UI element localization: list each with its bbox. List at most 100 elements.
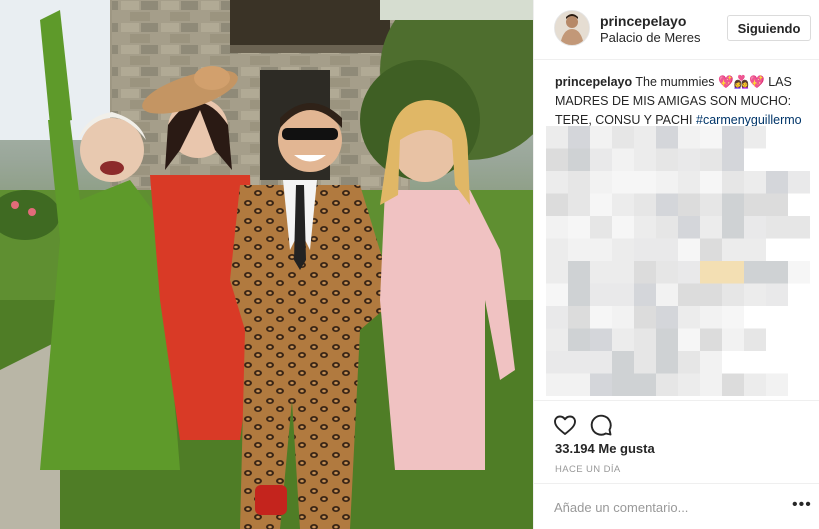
pixel-block xyxy=(722,171,744,194)
pixel-block xyxy=(634,126,656,149)
pixel-block xyxy=(656,328,678,351)
pixel-block xyxy=(766,193,788,216)
pixel-block xyxy=(590,351,612,374)
pixel-block xyxy=(744,283,766,306)
redacted-comments-area xyxy=(546,126,814,400)
pixel-block xyxy=(590,171,612,194)
pixel-block xyxy=(612,126,634,149)
likes-count[interactable]: 33.194 Me gusta xyxy=(555,441,655,456)
pixel-block xyxy=(612,328,634,351)
pixel-block xyxy=(656,171,678,194)
pixel-block xyxy=(678,216,700,239)
pixel-block xyxy=(744,171,766,194)
pixel-block xyxy=(722,148,744,171)
pixel-block xyxy=(546,148,568,171)
pixel-block xyxy=(612,283,634,306)
more-options-icon[interactable]: ••• xyxy=(792,496,812,514)
pixel-block xyxy=(568,261,590,284)
post-date[interactable]: HACE UN DÍA xyxy=(555,464,621,475)
pixel-block xyxy=(700,351,722,374)
photo-illustration xyxy=(0,0,533,529)
action-bar xyxy=(534,400,819,436)
caption-hashtag-link[interactable]: #carmenyguillermo xyxy=(696,113,802,127)
pixel-block xyxy=(700,148,722,171)
pixel-block xyxy=(700,328,722,351)
pixel-block xyxy=(612,216,634,239)
post-header: princepelayo Palacio de Meres Siguiendo xyxy=(534,0,819,60)
pixel-block xyxy=(546,126,568,149)
post-side-panel: princepelayo Palacio de Meres Siguiendo … xyxy=(533,0,819,529)
pixel-block xyxy=(590,283,612,306)
pixel-block xyxy=(656,193,678,216)
pixel-block xyxy=(612,306,634,329)
pixel-block xyxy=(788,171,810,194)
heart-icon[interactable] xyxy=(553,413,577,437)
pixel-block xyxy=(700,261,722,284)
pixel-block xyxy=(656,216,678,239)
pixel-block xyxy=(590,216,612,239)
pixel-block xyxy=(590,306,612,329)
pixel-block xyxy=(612,351,634,374)
pixel-block xyxy=(568,283,590,306)
pixel-block xyxy=(656,373,678,396)
pixel-block xyxy=(722,261,744,284)
location-link[interactable]: Palacio de Meres xyxy=(600,30,700,45)
pixel-block xyxy=(656,306,678,329)
pixel-block xyxy=(656,283,678,306)
pixel-block xyxy=(634,148,656,171)
pixel-block xyxy=(788,261,810,284)
pixel-block xyxy=(722,306,744,329)
pixel-block xyxy=(700,216,722,239)
pixel-block xyxy=(612,148,634,171)
pixel-block xyxy=(678,283,700,306)
pixel-block xyxy=(590,126,612,149)
pixel-block xyxy=(568,216,590,239)
pixel-block xyxy=(634,171,656,194)
pixel-block xyxy=(568,328,590,351)
avatar[interactable] xyxy=(554,10,590,46)
pixel-block xyxy=(568,306,590,329)
pixel-block xyxy=(766,283,788,306)
pixel-block xyxy=(634,238,656,261)
following-button[interactable]: Siguiendo xyxy=(727,15,811,41)
pixel-block xyxy=(656,126,678,149)
pixel-block xyxy=(546,351,568,374)
avatar-image xyxy=(555,11,589,45)
comment-bubble-icon[interactable] xyxy=(589,413,613,437)
pixel-block xyxy=(568,351,590,374)
pixel-block xyxy=(590,193,612,216)
pixel-block xyxy=(722,283,744,306)
pixel-block xyxy=(656,351,678,374)
pixel-block xyxy=(546,238,568,261)
pixel-block xyxy=(766,171,788,194)
pixel-block xyxy=(766,373,788,396)
pixel-block xyxy=(744,193,766,216)
comment-bar: ••• xyxy=(534,483,819,529)
pixel-block xyxy=(656,238,678,261)
pixel-block xyxy=(612,193,634,216)
pixel-block xyxy=(634,283,656,306)
pixel-block xyxy=(612,373,634,396)
pixel-block xyxy=(546,193,568,216)
pixel-block xyxy=(722,373,744,396)
pixel-block xyxy=(612,238,634,261)
pixel-block xyxy=(546,261,568,284)
pixel-block xyxy=(634,306,656,329)
pixel-block xyxy=(568,126,590,149)
pixel-block xyxy=(700,193,722,216)
pixel-block xyxy=(744,373,766,396)
pixel-block xyxy=(678,261,700,284)
caption-username-link[interactable]: princepelayo xyxy=(555,75,632,89)
pixel-block xyxy=(634,216,656,239)
pixel-block xyxy=(700,238,722,261)
post-photo[interactable] xyxy=(0,0,533,529)
pixel-block xyxy=(678,171,700,194)
pixel-block xyxy=(678,126,700,149)
pixel-block xyxy=(678,148,700,171)
comment-input[interactable] xyxy=(554,498,774,516)
username-link[interactable]: princepelayo xyxy=(600,13,686,29)
pixel-block xyxy=(678,238,700,261)
pixel-block xyxy=(634,373,656,396)
pixel-block xyxy=(700,171,722,194)
pixel-block xyxy=(546,216,568,239)
